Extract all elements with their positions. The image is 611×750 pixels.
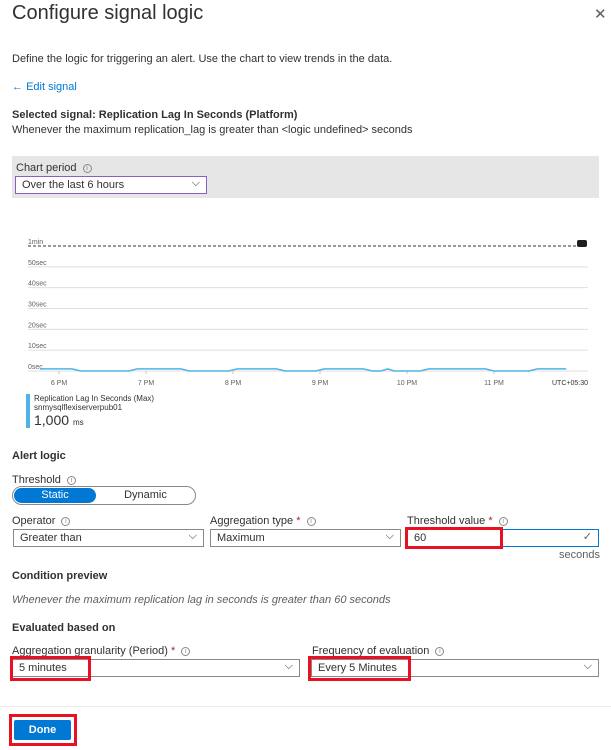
condition-preview-text: Whenever the maximum replication lag in … <box>12 594 391 606</box>
edit-signal-label: Edit signal <box>26 81 77 93</box>
threshold-toggle: Static Dynamic <box>12 486 196 505</box>
chevron-down-icon: ⌵ <box>385 530 394 542</box>
info-icon: i <box>61 516 71 526</box>
footer-divider <box>0 706 611 707</box>
legend-value-unit: ms <box>72 418 84 427</box>
chart-period-label: Chart period <box>16 162 77 174</box>
y-tick-label: 50sec <box>28 260 47 267</box>
condition-preview-title: Condition preview <box>12 570 108 582</box>
edit-signal-link[interactable]: ← Edit signal <box>12 81 77 93</box>
signal-condition: Whenever the maximum replication_lag is … <box>12 124 413 136</box>
chart-period-panel: Chart period i Over the last 6 hours ⌵ <box>12 156 599 198</box>
y-tick-label: 20sec <box>28 322 47 329</box>
page-title: Configure signal logic <box>12 2 204 24</box>
chevron-down-icon: ⌵ <box>188 530 197 542</box>
chevron-down-icon: ⌵ <box>284 660 293 672</box>
highlight-box <box>10 656 91 681</box>
required-marker: * <box>488 515 493 527</box>
chevron-down-icon: ⌵ <box>191 177 200 189</box>
legend-value: 1,000 ms <box>34 412 84 428</box>
description: Define the logic for triggering an alert… <box>12 53 393 65</box>
operator-select[interactable]: Greater than ⌵ <box>13 529 204 547</box>
operator-label: Operator <box>12 515 56 527</box>
required-marker: * <box>296 515 301 527</box>
legend-value-number: 1,000 <box>34 412 70 428</box>
info-icon: i <box>498 516 508 526</box>
y-tick-label: 40sec <box>28 281 47 288</box>
x-tick-label: 6 PM <box>51 380 68 387</box>
timezone-label: UTC+05:30 <box>552 380 588 387</box>
y-tick-label: 0sec <box>28 364 43 371</box>
highlight-box <box>308 656 411 681</box>
required-marker: * <box>170 645 176 657</box>
x-tick-label: 10 PM <box>397 380 417 387</box>
x-tick-label: 9 PM <box>312 380 329 387</box>
y-tick-label: 10sec <box>28 343 47 350</box>
threshold-dynamic-option[interactable]: Dynamic <box>98 488 193 503</box>
info-icon: i <box>181 646 191 656</box>
threshold-marker <box>577 240 587 247</box>
info-icon: i <box>306 516 316 526</box>
aggregation-type-value: Maximum <box>217 532 265 544</box>
chevron-down-icon: ⌵ <box>583 660 592 672</box>
legend-color-bar <box>26 394 30 428</box>
legend-resource: snmysqlflexiserverpub01 <box>34 403 123 412</box>
close-icon[interactable]: ✕ <box>594 5 607 23</box>
y-tick-label: 1min <box>28 239 43 246</box>
alert-logic-title: Alert logic <box>12 450 66 462</box>
info-icon: i <box>435 646 445 656</box>
threshold-static-option[interactable]: Static <box>14 488 96 503</box>
checkmark-icon: ✓ <box>582 531 592 543</box>
info-icon: i <box>66 475 76 485</box>
threshold-label: Threshold <box>12 474 61 486</box>
info-icon: i <box>82 163 92 173</box>
threshold-unit: seconds <box>559 549 600 561</box>
evaluated-title: Evaluated based on <box>12 622 116 634</box>
chart-period-select[interactable]: Over the last 6 hours ⌵ <box>15 176 207 194</box>
highlight-box <box>405 527 503 549</box>
x-tick-label: 7 PM <box>138 380 155 387</box>
operator-value: Greater than <box>20 532 82 544</box>
aggregation-type-select[interactable]: Maximum ⌵ <box>210 529 401 547</box>
selected-signal: Selected signal: Replication Lag In Seco… <box>12 109 298 121</box>
highlight-box <box>9 714 77 746</box>
x-tick-label: 11 PM <box>484 380 504 387</box>
legend-series-name: Replication Lag In Seconds (Max) <box>34 394 155 403</box>
y-tick-label: 30sec <box>28 302 47 309</box>
x-tick-label: 8 PM <box>225 380 242 387</box>
aggregation-type-label: Aggregation type <box>210 515 294 527</box>
chart-period-value: Over the last 6 hours <box>22 179 125 191</box>
threshold-value-label: Threshold value <box>407 515 486 527</box>
arrow-left-icon: ← <box>12 81 27 93</box>
